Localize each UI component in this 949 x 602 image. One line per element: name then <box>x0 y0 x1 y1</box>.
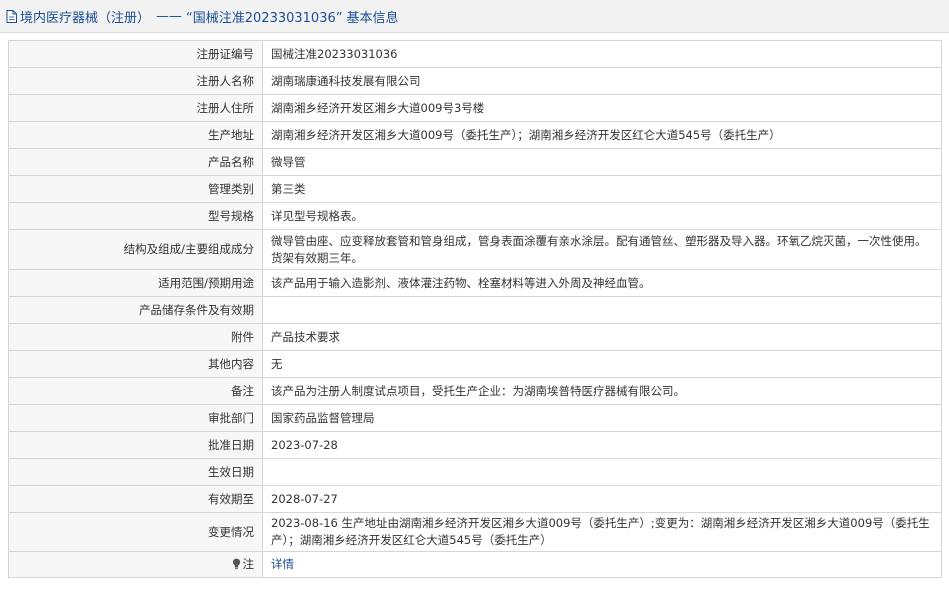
row-value: 2023-08-16 生产地址由湖南湘乡经济开发区湘乡大道009号（委托生产）;… <box>262 512 942 552</box>
table-row: 批准日期 2023-07-28 <box>8 431 942 459</box>
note-row: 注 详情 <box>8 551 942 578</box>
row-label: 适用范围/预期用途 <box>8 269 263 297</box>
row-label: 审批部门 <box>8 404 263 432</box>
row-label: 有效期至 <box>8 485 263 513</box>
details-link[interactable]: 详情 <box>271 557 294 571</box>
table-row: 型号规格 详见型号规格表。 <box>8 202 942 230</box>
table-row: 产品储存条件及有效期 <box>8 296 942 324</box>
table-row: 管理类别 第三类 <box>8 175 942 203</box>
header-separator: —— <box>156 8 183 24</box>
table-row: 生产地址 湖南湘乡经济开发区湘乡大道009号（委托生产）；湖南湘乡经济开发区红仑… <box>8 121 942 149</box>
row-label: 生产地址 <box>8 121 263 149</box>
row-label: 附件 <box>8 323 263 351</box>
row-value: 产品技术要求 <box>262 323 942 351</box>
header-category: 境内医疗器械（注册） <box>20 10 151 26</box>
row-label: 产品储存条件及有效期 <box>8 296 263 324</box>
header-suffix: 基本信息 <box>346 10 399 26</box>
table-row: 审批部门 国家药品监督管理局 <box>8 404 942 432</box>
row-value: 第三类 <box>262 175 942 203</box>
table-row: 附件 产品技术要求 <box>8 323 942 351</box>
row-label: 注册证编号 <box>8 40 263 68</box>
table-row: 注册人名称 湖南瑞康通科技发展有限公司 <box>8 67 942 95</box>
table-row: 注册人住所 湖南湘乡经济开发区湘乡大道009号3号楼 <box>8 94 942 122</box>
row-label: 变更情况 <box>8 512 263 552</box>
row-value: 国家药品监督管理局 <box>262 404 942 432</box>
row-label: 注册人名称 <box>8 67 263 95</box>
table-row: 生效日期 <box>8 458 942 486</box>
row-label: 结构及组成/主要组成成分 <box>8 229 263 270</box>
header-cert-number: “国械注准20233031036” <box>186 10 343 26</box>
note-value-cell: 详情 <box>262 551 942 578</box>
row-value: 2023-07-28 <box>262 431 942 459</box>
document-icon <box>6 9 17 23</box>
row-value: 详见型号规格表。 <box>262 202 942 230</box>
row-label: 产品名称 <box>8 148 263 176</box>
row-value: 无 <box>262 350 942 378</box>
row-value: 湖南湘乡经济开发区湘乡大道009号（委托生产）；湖南湘乡经济开发区红仑大道545… <box>262 121 942 149</box>
table-row: 适用范围/预期用途 该产品用于输入造影剂、液体灌注药物、栓塞材料等进入外周及神经… <box>8 269 942 297</box>
row-label: 管理类别 <box>8 175 263 203</box>
note-label: 注 <box>242 557 255 571</box>
row-value: 2028-07-27 <box>262 485 942 513</box>
table-row: 备注 该产品为注册人制度试点项目，受托生产企业：为湖南埃普特医疗器械有限公司。 <box>8 377 942 405</box>
row-label: 批准日期 <box>8 431 263 459</box>
row-label: 其他内容 <box>8 350 263 378</box>
table-row: 结构及组成/主要组成成分 微导管由座、应变释放套管和管身组成，管身表面涂覆有亲水… <box>8 229 942 270</box>
table-row: 其他内容 无 <box>8 350 942 378</box>
row-value: 湖南湘乡经济开发区湘乡大道009号3号楼 <box>262 94 942 122</box>
row-label: 备注 <box>8 377 263 405</box>
info-table: 注册证编号 国械注准20233031036 注册人名称 湖南瑞康通科技发展有限公… <box>8 40 942 578</box>
lightbulb-icon <box>232 558 240 570</box>
row-value: 微导管 <box>262 148 942 176</box>
row-value: 该产品为注册人制度试点项目，受托生产企业：为湖南埃普特医疗器械有限公司。 <box>262 377 942 405</box>
page-header: 境内医疗器械（注册） —— “国械注准20233031036” 基本信息 <box>0 0 949 33</box>
row-label: 生效日期 <box>8 458 263 486</box>
note-label-cell: 注 <box>8 551 263 578</box>
table-row: 注册证编号 国械注准20233031036 <box>8 40 942 68</box>
row-label: 注册人住所 <box>8 94 263 122</box>
row-label: 型号规格 <box>8 202 263 230</box>
table-row: 变更情况 2023-08-16 生产地址由湖南湘乡经济开发区湘乡大道009号（委… <box>8 512 942 552</box>
table-row: 有效期至 2028-07-27 <box>8 485 942 513</box>
row-value: 微导管由座、应变释放套管和管身组成，管身表面涂覆有亲水涂层。配有通管丝、塑形器及… <box>262 229 942 270</box>
row-value: 湖南瑞康通科技发展有限公司 <box>262 67 942 95</box>
row-value <box>262 296 942 324</box>
row-value: 该产品用于输入造影剂、液体灌注药物、栓塞材料等进入外周及神经血管。 <box>262 269 942 297</box>
table-row: 产品名称 微导管 <box>8 148 942 176</box>
row-value <box>262 458 942 486</box>
row-value: 国械注准20233031036 <box>262 40 942 68</box>
